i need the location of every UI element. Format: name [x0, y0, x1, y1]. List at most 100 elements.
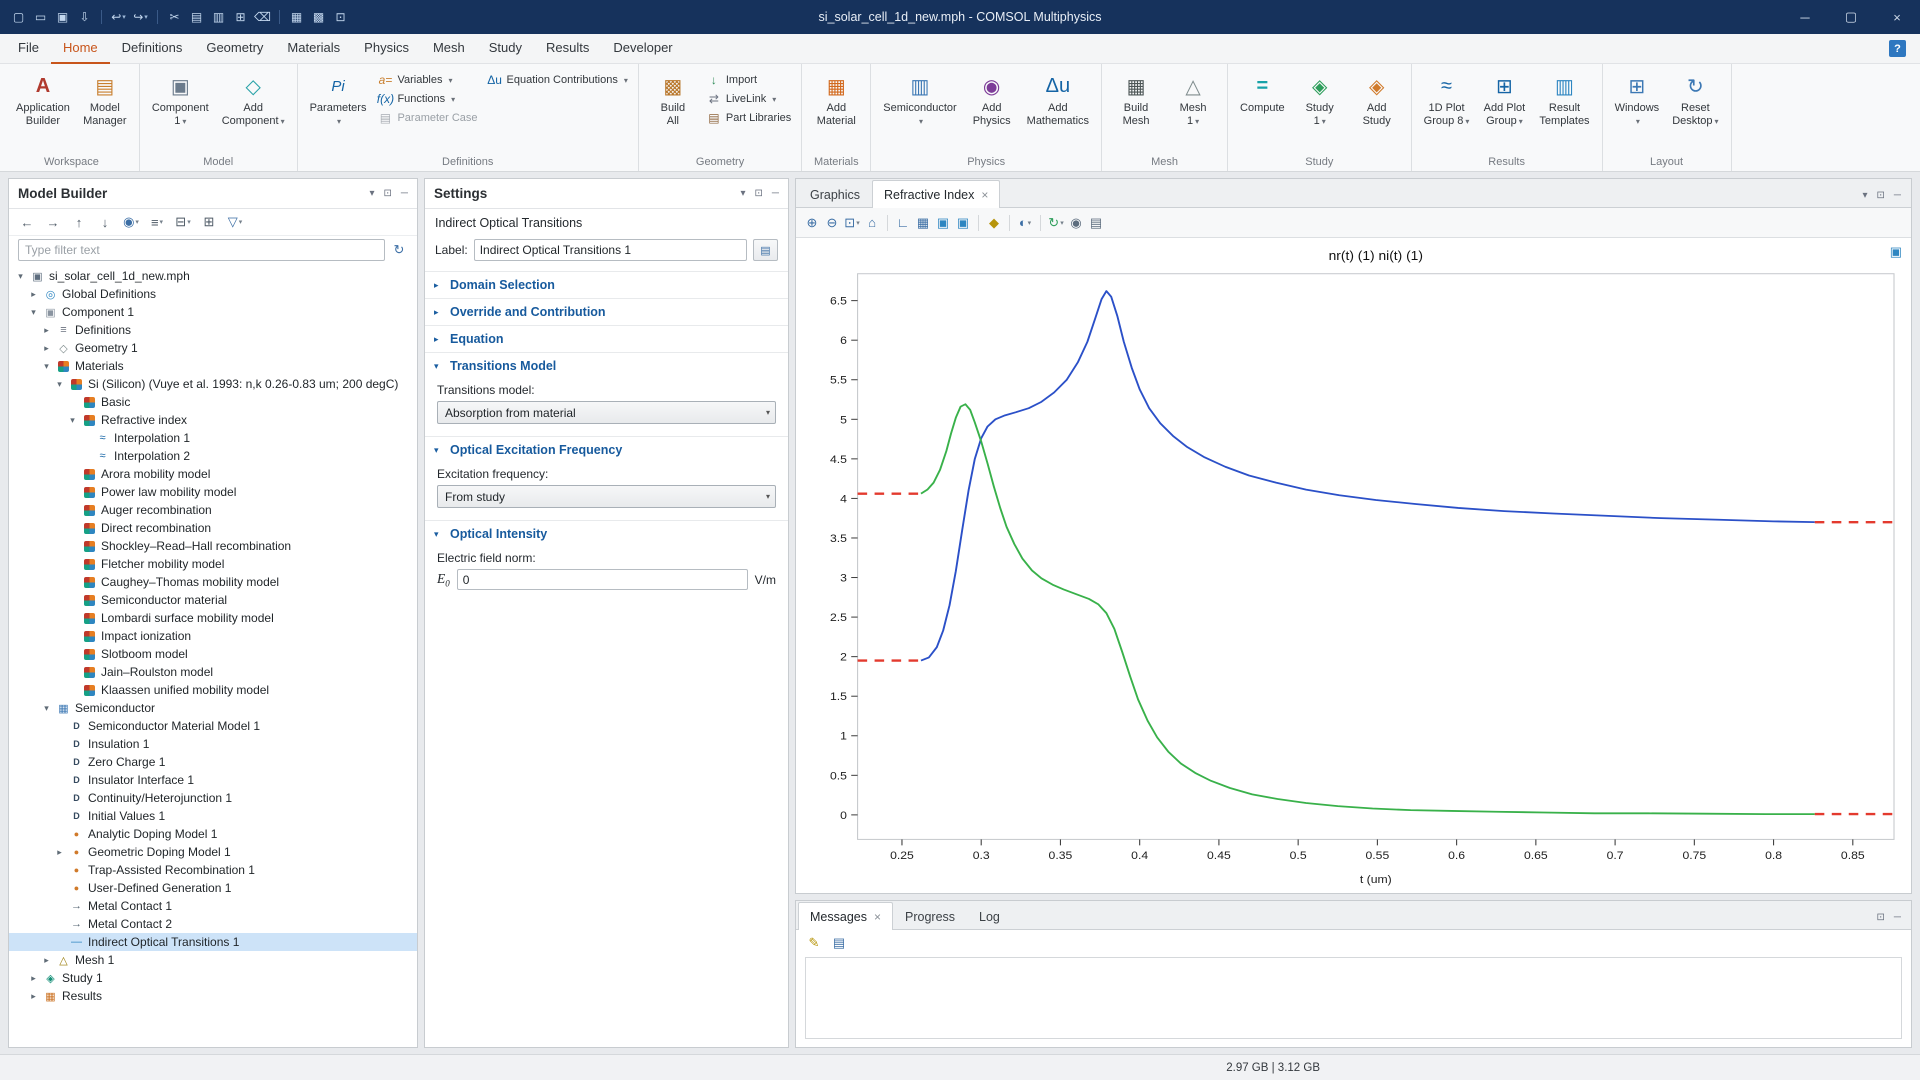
- print-icon[interactable]: ▤: [1087, 212, 1105, 234]
- ribbon-button-semiconductor[interactable]: ▥Semiconductor▾: [878, 67, 961, 131]
- expand-arrow-icon[interactable]: ▸: [41, 955, 52, 966]
- minimize-button[interactable]: ─: [1782, 0, 1828, 34]
- tree-item-indirect-optical-transitions-1[interactable]: —Indirect Optical Transitions 1: [9, 933, 417, 951]
- expand-arrow-icon[interactable]: ▸: [54, 847, 65, 858]
- ribbon-button-component-1[interactable]: ▣Component1▾: [147, 67, 214, 131]
- refractive-index-plot[interactable]: 0.250.30.350.40.450.50.550.60.650.70.750…: [796, 238, 1911, 893]
- plot-update-icon[interactable]: ↻▾: [1047, 212, 1065, 234]
- ribbon-button-1d-plot-group-8[interactable]: ≈1D PlotGroup 8▾: [1419, 67, 1475, 131]
- ribbon-button-add-plot-group[interactable]: ⊞Add PlotGroup▾: [1477, 67, 1531, 131]
- ribbon-button-mesh-1[interactable]: △Mesh1▾: [1166, 67, 1220, 131]
- ribbon-button-parameters[interactable]: PiParameters▾: [305, 67, 372, 131]
- filter-input[interactable]: [18, 239, 385, 261]
- plot-properties-icon[interactable]: ▣: [1890, 244, 1902, 260]
- panel-menu-icon[interactable]: ▾: [740, 188, 745, 199]
- tree-item-insulator-interface-1[interactable]: DInsulator Interface 1: [9, 771, 417, 789]
- menu-mesh[interactable]: Mesh: [421, 34, 477, 64]
- save-as-icon[interactable]: ⇩: [74, 6, 95, 28]
- graphics-tab-graphics[interactable]: Graphics: [798, 181, 872, 207]
- ribbon-button-add-material[interactable]: ▦AddMaterial: [809, 67, 863, 131]
- select-log-icon[interactable]: ✎: [805, 932, 823, 954]
- scene-light-icon[interactable]: ◐▾: [1016, 212, 1034, 234]
- back-icon[interactable]: ←: [18, 211, 36, 233]
- tree-item-metal-contact-2[interactable]: →Metal Contact 2: [9, 915, 417, 933]
- float-panel-icon[interactable]: ⊡: [1877, 190, 1885, 201]
- ribbon-button-build-all[interactable]: ▩BuildAll: [646, 67, 700, 131]
- table-window-icon[interactable]: ▩: [308, 6, 329, 28]
- tree-item-fletcher-mobility-model[interactable]: Fletcher mobility model: [9, 555, 417, 573]
- forward-icon[interactable]: →: [44, 211, 62, 233]
- section-header-override-and-contribution[interactable]: ▸Override and Contribution: [425, 298, 788, 325]
- close-tab-icon[interactable]: ×: [981, 188, 988, 202]
- tree-item-definitions[interactable]: ▸≡Definitions: [9, 321, 417, 339]
- model-tree-icon[interactable]: ▦: [286, 6, 307, 28]
- ribbon-button-add-mathematics[interactable]: ΔuAddMathematics: [1022, 67, 1094, 131]
- graphics-tab-refractive-index[interactable]: Refractive Index×: [872, 180, 1000, 208]
- undo-icon[interactable]: ↩▾: [108, 6, 129, 28]
- tree-item-klaassen-unified-mobility-model[interactable]: Klaassen unified mobility model: [9, 681, 417, 699]
- ribbon-button-reset-desktop[interactable]: ↻ResetDesktop▾: [1667, 67, 1723, 131]
- select-transitions-model[interactable]: Absorption from material▾: [437, 401, 776, 424]
- ribbon-button-livelink[interactable]: ⇄LiveLink▾: [703, 91, 794, 107]
- ribbon-button-add-physics[interactable]: ◉AddPhysics: [965, 67, 1019, 131]
- tree-item-zero-charge-1[interactable]: DZero Charge 1: [9, 753, 417, 771]
- ribbon-button-study-1[interactable]: ◈Study1▾: [1293, 67, 1347, 131]
- tree-item-semiconductor[interactable]: ▾▦Semiconductor: [9, 699, 417, 717]
- tree-item-lombardi-surface-mobility-model[interactable]: Lombardi surface mobility model: [9, 609, 417, 627]
- show-options-icon[interactable]: ◉▾: [122, 211, 140, 233]
- save-icon[interactable]: ▣: [52, 6, 73, 28]
- copy-icon[interactable]: ▤: [186, 6, 207, 28]
- menu-definitions[interactable]: Definitions: [110, 34, 195, 64]
- ribbon-button-add-component[interactable]: ◇AddComponent▾: [217, 67, 290, 131]
- plot-in-window-icon[interactable]: ▣: [934, 212, 952, 234]
- zoom-box-icon[interactable]: ⊡▾: [843, 212, 861, 234]
- collapse-arrow-icon[interactable]: ▾: [15, 271, 26, 282]
- collapse-arrow-icon[interactable]: ▾: [41, 361, 52, 372]
- menu-results[interactable]: Results: [534, 34, 601, 64]
- messages-tab-messages[interactable]: Messages×: [798, 902, 893, 930]
- tree-item-power-law-mobility-model[interactable]: Power law mobility model: [9, 483, 417, 501]
- expand-arrow-icon[interactable]: ▸: [28, 991, 39, 1002]
- delete-icon[interactable]: ⌫: [252, 6, 273, 28]
- ribbon-button-part-libraries[interactable]: ▤Part Libraries: [703, 110, 794, 126]
- tree-item-mesh-1[interactable]: ▸△Mesh 1: [9, 951, 417, 969]
- messages-tab-log[interactable]: Log: [967, 903, 1012, 929]
- tree-item-semiconductor-material-model-1[interactable]: DSemiconductor Material Model 1: [9, 717, 417, 735]
- ribbon-button-model-manager[interactable]: ▤ModelManager: [78, 67, 132, 131]
- select-excitation-frequency[interactable]: From study▾: [437, 485, 776, 508]
- label-input[interactable]: [474, 239, 747, 261]
- ribbon-button-result-templates[interactable]: ▥ResultTemplates: [1534, 67, 1594, 131]
- close-button[interactable]: ×: [1874, 0, 1920, 34]
- ribbon-button-add-study[interactable]: ◈AddStudy: [1350, 67, 1404, 131]
- snapshot-icon[interactable]: ◉: [1067, 212, 1085, 234]
- ribbon-button-parameter-case[interactable]: ▤Parameter Case: [374, 110, 480, 126]
- close-tab-icon[interactable]: ×: [874, 910, 881, 924]
- collapse-arrow-icon[interactable]: ▾: [28, 307, 39, 318]
- expand-arrow-icon[interactable]: ▸: [41, 343, 52, 354]
- grid-settings-icon[interactable]: ▦: [914, 212, 932, 234]
- tree-item-results[interactable]: ▸▦Results: [9, 987, 417, 1005]
- lock-axes-icon[interactable]: ◆: [985, 212, 1003, 234]
- tree-item-arora-mobility-model[interactable]: Arora mobility model: [9, 465, 417, 483]
- expand-arrow-icon[interactable]: ▸: [28, 289, 39, 300]
- collapse-all-icon[interactable]: ⊟▾: [174, 211, 192, 233]
- duplicate-icon[interactable]: ⊞: [230, 6, 251, 28]
- redo-icon[interactable]: ↪▾: [130, 6, 151, 28]
- tree-item-refractive-index[interactable]: ▾Refractive index: [9, 411, 417, 429]
- tree-item-trap-assisted-recombination-1[interactable]: ●Trap-Assisted Recombination 1: [9, 861, 417, 879]
- open-file-icon[interactable]: ▭: [30, 6, 51, 28]
- section-header-domain-selection[interactable]: ▸Domain Selection: [425, 271, 788, 298]
- tree-item-user-defined-generation-1[interactable]: ●User-Defined Generation 1: [9, 879, 417, 897]
- node-label-options-icon[interactable]: ≡▾: [148, 211, 166, 233]
- tree-item-global-definitions[interactable]: ▸◎Global Definitions: [9, 285, 417, 303]
- rename-icon[interactable]: ▤: [753, 239, 778, 261]
- move-up-icon[interactable]: ↑: [70, 211, 88, 233]
- panel-menu-icon[interactable]: ▾: [369, 188, 374, 199]
- ribbon-button-windows[interactable]: ⊞Windows▾: [1610, 67, 1665, 131]
- tree-item-initial-values-1[interactable]: DInitial Values 1: [9, 807, 417, 825]
- collapse-arrow-icon[interactable]: ▾: [41, 703, 52, 714]
- collapse-arrow-icon[interactable]: ▾: [67, 415, 78, 426]
- tree-item-insulation-1[interactable]: DInsulation 1: [9, 735, 417, 753]
- minimize-panel-icon[interactable]: ─: [772, 188, 779, 199]
- zoom-out-icon[interactable]: ⊖: [823, 212, 841, 234]
